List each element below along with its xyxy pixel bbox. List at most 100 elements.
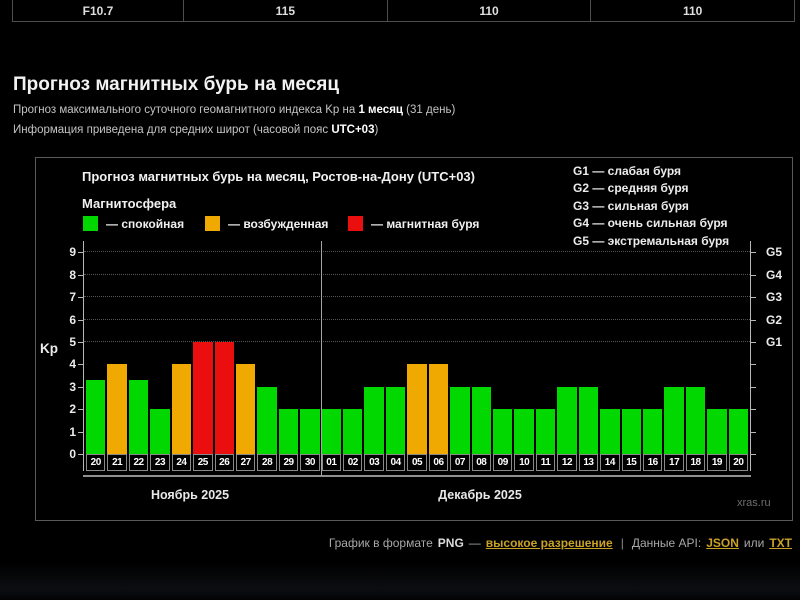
date-label-25: 25 (193, 454, 212, 471)
date-label-15: 15 (622, 454, 641, 471)
y-tick-label: 6 (56, 313, 76, 327)
g-scale-line: G3 — сильная буря (573, 198, 729, 215)
footer-text: График в формате (329, 536, 433, 550)
right-tick (751, 454, 756, 455)
kp-bar-day-22 (129, 380, 148, 454)
date-label-10: 10 (514, 454, 533, 471)
bars-container (84, 241, 750, 454)
page-title: Прогноз магнитных бурь на месяц (13, 74, 339, 96)
right-tick (751, 387, 756, 388)
kp-bar-day-14 (600, 409, 619, 454)
left-tick (78, 432, 83, 433)
date-label-23: 23 (150, 454, 169, 471)
kp-bar-plot: Kp 0123456789G1G2G3G4G5 (84, 241, 750, 454)
y-tick-label: 2 (56, 402, 76, 416)
date-label-16: 16 (643, 454, 662, 471)
left-tick (78, 342, 83, 343)
kp-bar-day-21 (107, 364, 126, 454)
kp-bar-day-17 (664, 387, 683, 454)
date-label-18: 18 (686, 454, 705, 471)
kp-bar-day-30 (300, 409, 319, 454)
quiet-color-swatch (83, 216, 98, 231)
left-tick (78, 364, 83, 365)
y-tick-label: 9 (56, 245, 76, 259)
date-label-17: 17 (664, 454, 683, 471)
table-cell-value-3: 110 (591, 0, 794, 21)
date-label-04: 04 (386, 454, 405, 471)
date-label-30: 30 (300, 454, 319, 471)
right-tick (751, 252, 756, 253)
kp-bar-day-02 (343, 409, 362, 454)
left-tick (78, 320, 83, 321)
kp-bar-day-04 (386, 387, 405, 454)
footer-api-text: Данные API: (632, 536, 701, 550)
table-cell-value-1: 115 (184, 0, 388, 21)
kp-bar-day-25 (193, 342, 212, 454)
txt-api-link[interactable]: TXT (769, 536, 792, 550)
date-label-02: 02 (343, 454, 362, 471)
kp-bar-day-05 (407, 364, 426, 454)
kp-bar-day-29 (279, 409, 298, 454)
kp-bar-day-19 (707, 409, 726, 454)
y-tick-label: 1 (56, 425, 76, 439)
high-resolution-link[interactable]: высокое разрешение (486, 536, 613, 550)
kp-bar-day-24 (172, 364, 191, 454)
kp-bar-day-13 (579, 387, 598, 454)
month-label-november: Ноябрь 2025 (151, 488, 229, 502)
xras-watermark: xras.ru (737, 497, 771, 509)
g-level-label-g2: G2 (766, 313, 782, 327)
legend-item-active: — возбужденная (205, 216, 328, 231)
kp-bar-day-18 (686, 387, 705, 454)
date-label-24: 24 (172, 454, 191, 471)
date-label-01: 01 (322, 454, 341, 471)
forecast-description-line1: Прогноз максимального суточного геомагни… (13, 104, 455, 116)
right-tick (751, 409, 756, 410)
magnetic-storm-chart: Прогноз магнитных бурь на месяц, Ростов-… (35, 157, 793, 521)
kp-bar-day-20 (729, 409, 748, 454)
footer-divider: | (618, 536, 627, 550)
right-tick (751, 432, 756, 433)
footer-dash: — (469, 536, 481, 550)
g-scale-line: G1 — слабая буря (573, 163, 729, 180)
y-tick-label: 8 (56, 268, 76, 282)
date-label-29: 29 (279, 454, 298, 471)
kp-bar-day-20 (86, 380, 105, 454)
right-tick (751, 342, 756, 343)
right-tick (751, 320, 756, 321)
month-label-december: Декабрь 2025 (438, 488, 522, 502)
footer-or-text: или (744, 536, 764, 550)
y-tick-label: 5 (56, 335, 76, 349)
kp-bar-day-16 (643, 409, 662, 454)
storm-color-swatch (348, 216, 363, 231)
date-label-26: 26 (215, 454, 234, 471)
legend-label: — магнитная буря (371, 217, 479, 231)
right-tick (751, 297, 756, 298)
g-scale-line: G4 — очень сильная буря (573, 215, 729, 232)
date-label-08: 08 (472, 454, 491, 471)
kp-bar-day-07 (450, 387, 469, 454)
left-tick (78, 252, 83, 253)
date-label-06: 06 (429, 454, 448, 471)
json-api-link[interactable]: JSON (706, 536, 739, 550)
kp-bar-day-06 (429, 364, 448, 454)
kp-bar-day-10 (514, 409, 533, 454)
kp-bar-day-11 (536, 409, 555, 454)
kp-bar-day-26 (215, 342, 234, 454)
date-label-28: 28 (257, 454, 276, 471)
date-axis: 2021222324252627282930010203040506070809… (84, 454, 750, 471)
y-tick-label: 0 (56, 447, 76, 461)
g-scale-line: G2 — средняя буря (573, 180, 729, 197)
g-level-label-g5: G5 (766, 245, 782, 259)
legend-item-storm: — магнитная буря (348, 216, 479, 231)
date-label-12: 12 (557, 454, 576, 471)
footer-png-label: PNG (438, 536, 464, 550)
kp-bar-day-28 (257, 387, 276, 454)
y-tick-label: 4 (56, 357, 76, 371)
table-cell-value-2: 110 (388, 0, 592, 21)
solar-indices-table-row: F10.7 115 110 110 (12, 0, 795, 22)
plot-area-wrapper: Kp 0123456789G1G2G3G4G5 2021222324252627… (83, 241, 751, 477)
g-scale-legend: G1 — слабая буря G2 — средняя буря G3 — … (573, 163, 729, 250)
kp-bar-day-15 (622, 409, 641, 454)
left-tick (78, 297, 83, 298)
date-label-05: 05 (407, 454, 426, 471)
